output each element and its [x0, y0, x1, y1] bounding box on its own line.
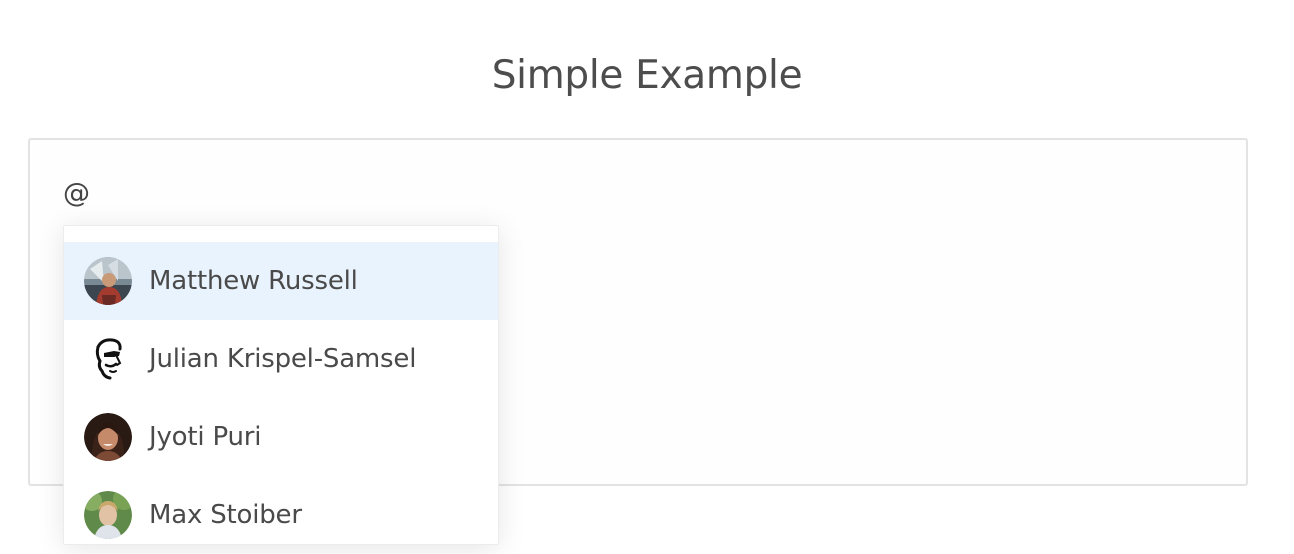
mention-suggestion-item[interactable]: Max Stoiber	[64, 476, 498, 554]
page-title: Simple Example	[491, 53, 803, 98]
jyoti-puri-avatar	[84, 413, 132, 461]
mention-suggestions-dropdown: Matthew Russell Julian Krispel-Samsel Jy…	[63, 225, 499, 545]
mention-name: Matthew Russell	[149, 266, 358, 296]
mention-name: Jyoti Puri	[149, 422, 262, 452]
editor-text[interactable]: @	[63, 178, 90, 210]
mention-name: Julian Krispel-Samsel	[149, 344, 417, 374]
max-stoiber-avatar	[84, 491, 132, 539]
matthew-russell-avatar	[84, 257, 132, 305]
julian-krispel-samsel-avatar	[84, 335, 132, 383]
mention-suggestion-item[interactable]: Julian Krispel-Samsel	[64, 320, 498, 398]
mention-suggestion-item[interactable]: Jyoti Puri	[64, 398, 498, 476]
mention-suggestion-item[interactable]: Matthew Russell	[64, 242, 498, 320]
mention-name: Max Stoiber	[149, 500, 302, 530]
